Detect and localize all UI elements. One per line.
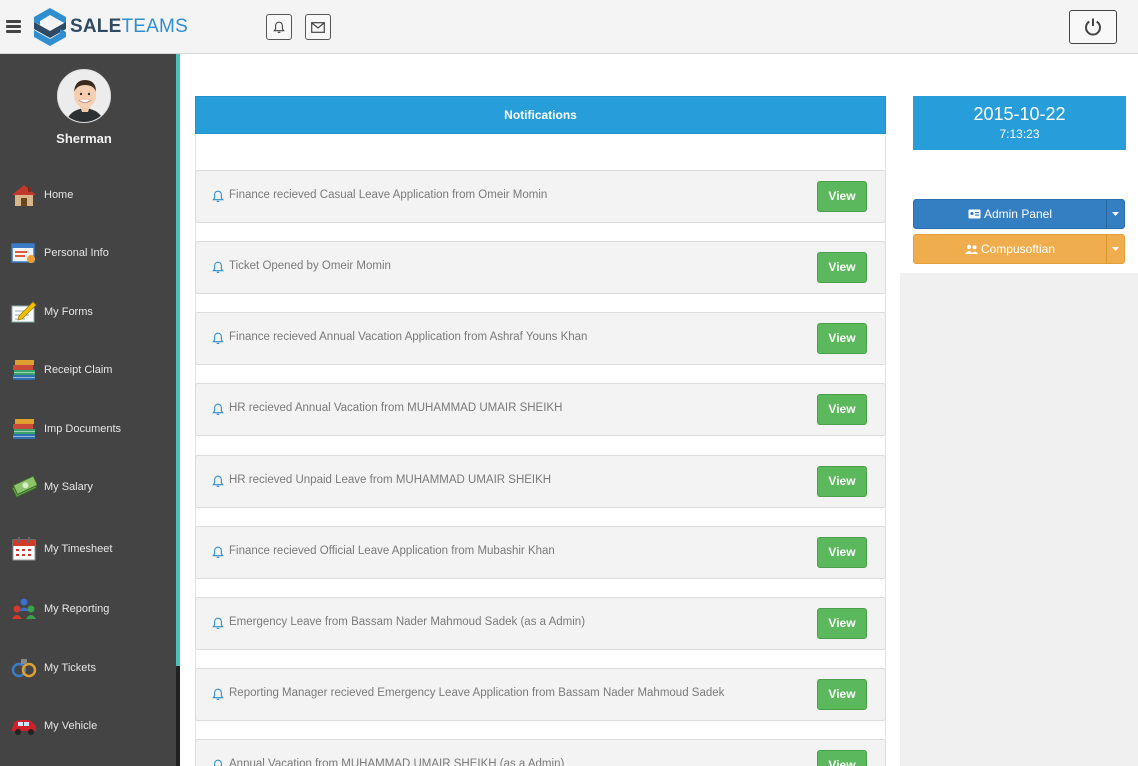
view-button[interactable]: View: [817, 181, 867, 212]
notification-text: HR recieved Unpaid Leave from MUHAMMAD U…: [229, 474, 552, 486]
sidebar: Sherman Home Personal Info My Forms Rece…: [0, 54, 176, 766]
company-dropdown-toggle[interactable]: [1106, 235, 1124, 263]
notification-item: HR recieved Unpaid Leave from MUHAMMAD U…: [195, 455, 886, 508]
notification-item: Reporting Manager recieved Emergency Lea…: [195, 668, 886, 721]
sidebar-item-my-forms[interactable]: My Forms: [0, 292, 176, 332]
sidebar-item-my-tickets[interactable]: My Tickets: [0, 648, 176, 688]
bell-icon: [212, 617, 224, 630]
users-icon: [964, 244, 978, 254]
sidebar-item-label: My Vehicle: [44, 720, 98, 732]
sidebar-item-my-salary[interactable]: My Salary: [0, 467, 176, 507]
sidebar-item-imp-documents[interactable]: Imp Documents: [0, 409, 176, 449]
notification-text: Reporting Manager recieved Emergency Lea…: [229, 687, 725, 699]
bell-icon: [212, 190, 224, 203]
sidebar-item-receipt-claim[interactable]: Receipt Claim: [0, 350, 176, 390]
notification-text: Finance recieved Annual Vacation Applica…: [229, 331, 588, 343]
view-button[interactable]: View: [817, 466, 867, 497]
logo-mark-icon: [34, 8, 66, 46]
notifications-header: Notifications: [195, 96, 886, 134]
sidebar-item-home[interactable]: Home: [0, 175, 176, 215]
bell-icon: [212, 475, 224, 488]
view-button[interactable]: View: [817, 394, 867, 425]
app-logo[interactable]: SALETEAMS: [32, 7, 188, 47]
books-icon: [10, 415, 38, 443]
sidebar-item-label: My Reporting: [44, 603, 110, 615]
view-button[interactable]: View: [817, 679, 867, 710]
view-button[interactable]: View: [817, 252, 867, 283]
sidebar-item-my-vehicle[interactable]: My Vehicle: [0, 706, 176, 746]
view-button[interactable]: View: [817, 750, 867, 766]
notification-item: HR recieved Annual Vacation from MUHAMMA…: [195, 383, 886, 436]
id-badge-icon: [968, 209, 981, 219]
menu-icon[interactable]: [6, 20, 21, 33]
bell-icon: [212, 688, 224, 701]
form-icon: [10, 298, 38, 326]
bell-icon: [212, 546, 224, 559]
books-icon: [10, 356, 38, 384]
notification-text: Ticket Opened by Omeir Momin: [229, 260, 391, 272]
sidebar-item-my-reporting[interactable]: My Reporting: [0, 589, 176, 629]
date-time-widget: 2015-10-22 7:13:23: [913, 96, 1126, 150]
avatar[interactable]: [57, 69, 111, 123]
notification-text: Emergency Leave from Bassam Nader Mahmou…: [229, 616, 586, 628]
company-split-button: Compusoftian: [913, 234, 1125, 264]
caret-down-icon: [1112, 212, 1119, 216]
bell-icon: [212, 332, 224, 345]
sidebar-item-label: Personal Info: [44, 247, 109, 259]
id-card-icon: [10, 239, 38, 267]
bell-icon: [214, 759, 222, 766]
tickets-icon: [10, 654, 38, 682]
user-name: Sherman: [56, 131, 112, 146]
envelope-icon: [311, 21, 325, 33]
current-date: 2015-10-22: [973, 104, 1066, 124]
sidebar-item-label: My Tickets: [44, 662, 96, 674]
user-photo: [58, 70, 110, 122]
logo-text: SALETEAMS: [70, 16, 188, 37]
notification-item: Ticket Opened by Omeir Momin View: [195, 241, 886, 294]
admin-panel-button[interactable]: Admin Panel: [914, 200, 1106, 228]
admin-panel-label: Admin Panel: [983, 207, 1053, 221]
notifications-button[interactable]: [266, 14, 292, 40]
sidebar-item-label: My Timesheet: [44, 543, 113, 555]
sidebar-item-personal-info[interactable]: Personal Info: [0, 233, 176, 273]
notification-item: Finance recieved Official Leave Applicat…: [195, 526, 886, 579]
notification-text: Finance recieved Casual Leave Applicatio…: [229, 189, 548, 201]
notification-item: Finance recieved Casual Leave Applicatio…: [195, 170, 886, 223]
sidebar-item-label: Imp Documents: [44, 423, 122, 435]
sidebar-item-label: My Salary: [44, 481, 93, 493]
caret-down-icon: [1112, 247, 1119, 251]
view-button[interactable]: View: [817, 323, 867, 354]
calendar-icon: [10, 535, 38, 563]
sidebar-item-my-timesheet[interactable]: My Timesheet: [0, 529, 176, 569]
home-icon: [10, 181, 38, 209]
sidebar-item-label: My Forms: [44, 306, 93, 318]
admin-panel-dropdown-toggle[interactable]: [1106, 200, 1124, 228]
company-button[interactable]: Compusoftian: [914, 235, 1106, 263]
view-button[interactable]: View: [817, 608, 867, 639]
top-bar: SALETEAMS: [0, 0, 1138, 54]
car-icon: [10, 712, 38, 740]
company-label: Compusoftian: [980, 242, 1056, 256]
current-time: 7:13:23: [999, 127, 1040, 141]
notification-item: Finance recieved Annual Vacation Applica…: [195, 312, 886, 365]
notification-text: Finance recieved Official Leave Applicat…: [229, 545, 555, 557]
bell-icon: [212, 261, 224, 274]
sidebar-item-label: Home: [44, 189, 74, 201]
messages-button[interactable]: [305, 14, 331, 40]
sidebar-item-label: Receipt Claim: [44, 364, 113, 376]
view-button[interactable]: View: [817, 537, 867, 568]
notification-text: Annual Vacation from MUHAMMAD UMAIR SHEI…: [229, 758, 565, 766]
logout-button[interactable]: [1069, 10, 1117, 44]
notification-text: HR recieved Annual Vacation from MUHAMMA…: [229, 402, 563, 414]
power-icon: [1085, 18, 1101, 36]
money-icon: [10, 473, 38, 501]
bell-icon: [273, 21, 285, 33]
people-icon: [10, 595, 38, 623]
admin-panel-split-button: Admin Panel: [913, 199, 1125, 229]
bell-icon: [212, 403, 224, 416]
notification-item: Emergency Leave from Bassam Nader Mahmou…: [195, 597, 886, 650]
notification-item: Annual Vacation from MUHAMMAD UMAIR SHEI…: [195, 739, 886, 766]
